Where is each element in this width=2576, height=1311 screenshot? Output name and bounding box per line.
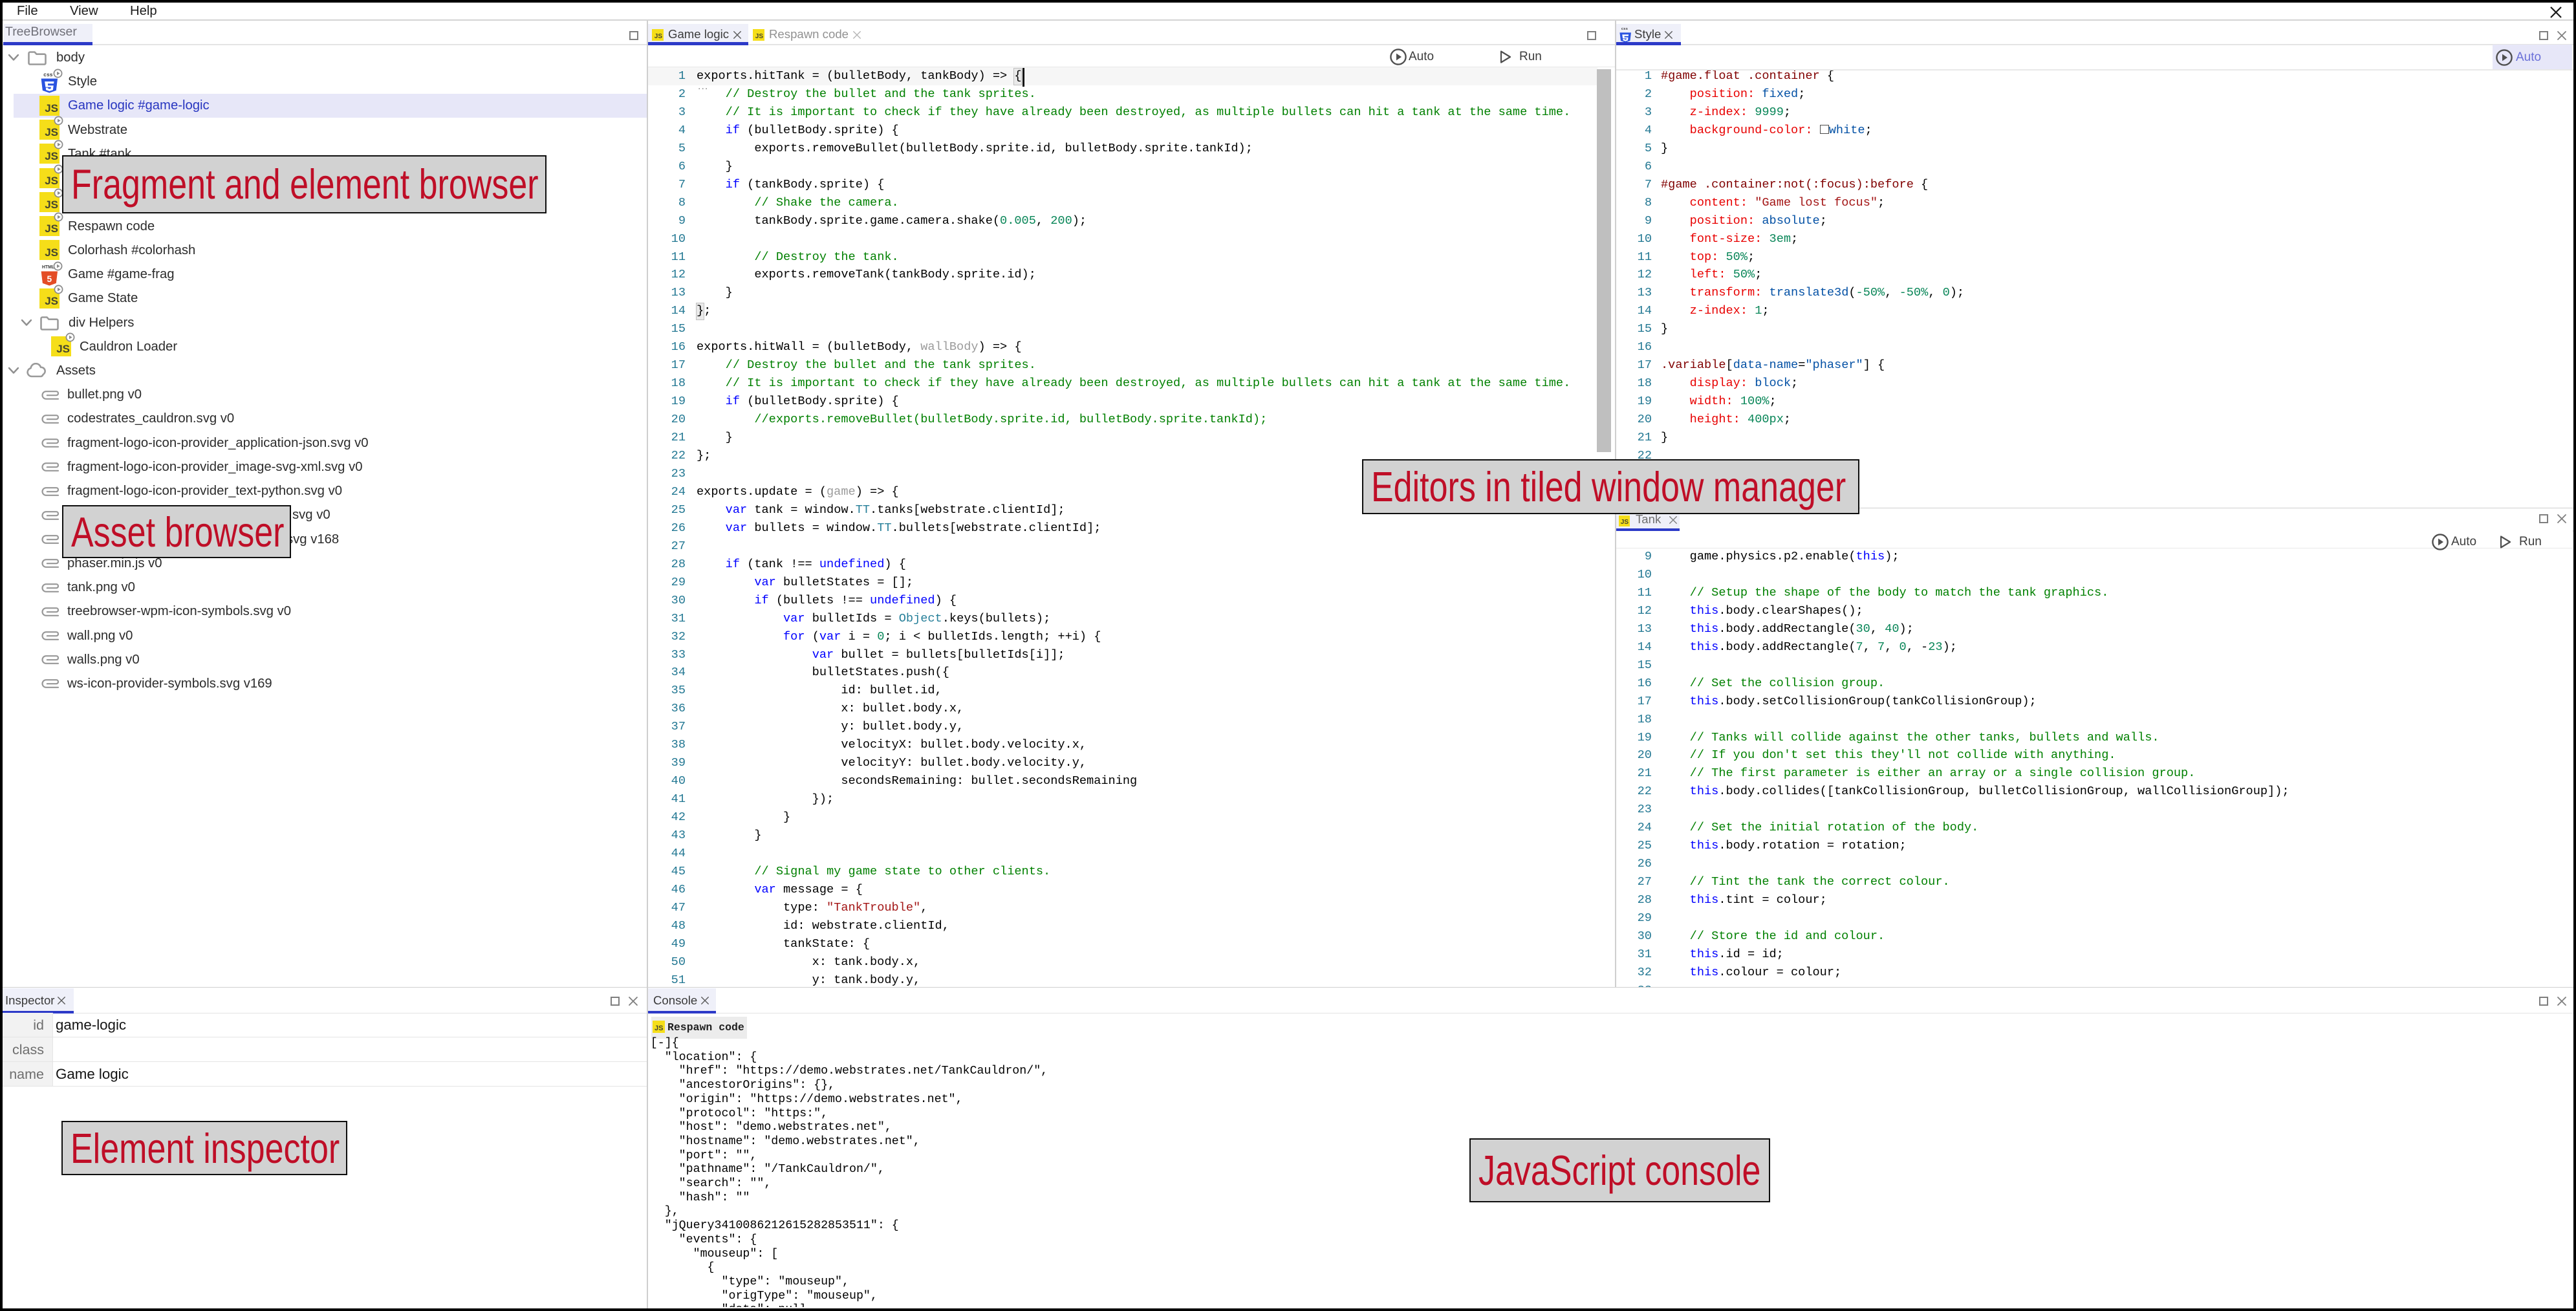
svg-text:5: 5 bbox=[47, 274, 52, 284]
